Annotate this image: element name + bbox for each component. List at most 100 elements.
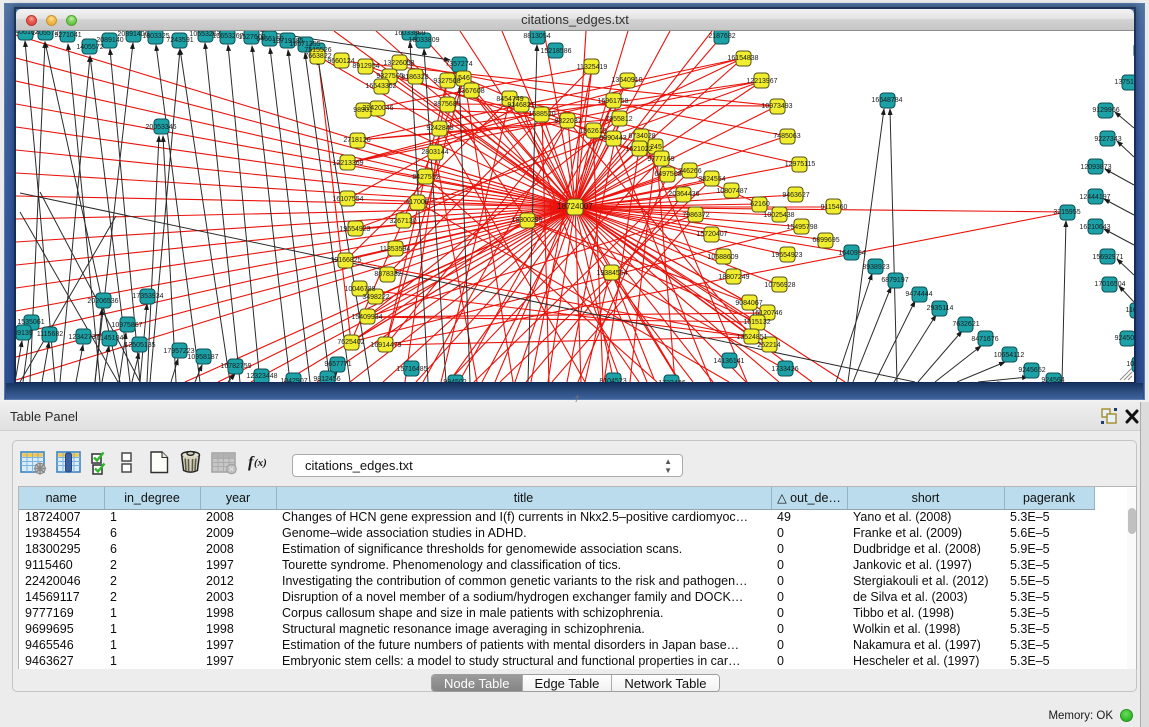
svg-text:252214: 252214	[757, 342, 780, 349]
svg-text:18807249: 18807249	[718, 274, 749, 281]
svg-text:13751074: 13751074	[1114, 79, 1134, 86]
svg-text:9327505: 9327505	[376, 73, 403, 80]
svg-text:8990443: 8990443	[599, 135, 626, 142]
svg-text:8104523: 8104523	[599, 378, 626, 382]
svg-text:98901: 98901	[353, 107, 373, 114]
svg-text:15692971: 15692971	[1092, 254, 1123, 261]
svg-text:16107554: 16107554	[332, 196, 363, 203]
svg-text:9463627: 9463627	[782, 192, 809, 199]
svg-text:8878332: 8878332	[374, 271, 401, 278]
svg-text:15495798: 15495798	[786, 224, 817, 231]
svg-text:2089140: 2089140	[96, 37, 123, 44]
svg-text:8471676: 8471676	[971, 336, 998, 343]
svg-text:11353594: 11353594	[380, 246, 411, 253]
svg-text:9812456: 9812456	[313, 376, 340, 382]
svg-text:2718126: 2718126	[343, 137, 370, 144]
svg-text:16961758: 16961758	[597, 98, 628, 105]
svg-text:6899695: 6899695	[812, 237, 839, 244]
svg-text:2187682: 2187682	[708, 33, 735, 40]
svg-text:2935114: 2935114	[927, 305, 954, 312]
svg-text:(x): (x)	[254, 457, 267, 469]
svg-text:9271041: 9271041	[54, 32, 81, 39]
svg-text:1733426: 1733426	[771, 366, 798, 373]
svg-text:2803144: 2803144	[421, 149, 448, 156]
svg-text:3498222: 3498222	[362, 294, 389, 301]
svg-text:16782759: 16782759	[220, 363, 251, 370]
svg-text:245: 245	[650, 144, 662, 151]
svg-text:13226058: 13226058	[383, 60, 414, 67]
svg-text:116753: 116753	[1126, 307, 1134, 314]
svg-text:1615132: 1615132	[743, 319, 770, 326]
svg-text:417006: 417006	[405, 199, 428, 206]
svg-text:9474444: 9474444	[905, 291, 932, 298]
svg-text:19654923: 19654923	[771, 252, 802, 259]
svg-text:16033809: 16033809	[408, 37, 439, 44]
svg-text:10654112: 10654112	[994, 352, 1025, 359]
svg-text:994502: 994502	[443, 379, 466, 382]
svg-text:10973493: 10973493	[761, 103, 792, 110]
svg-text:12093873: 12093873	[1080, 164, 1111, 171]
svg-text:16120746: 16120746	[751, 310, 782, 317]
svg-text:3824554: 3824554	[698, 176, 725, 183]
svg-text:7955812: 7955812	[605, 116, 632, 123]
svg-text:16210643: 16210643	[1079, 224, 1110, 231]
svg-text:9777169: 9777169	[647, 156, 674, 163]
svg-text:6497508: 6497508	[654, 171, 681, 178]
svg-text:7357274: 7357274	[445, 61, 472, 68]
svg-text:10025438: 10025438	[763, 212, 794, 219]
svg-text:3215955: 3215955	[1053, 209, 1080, 216]
svg-text:19384554: 19384554	[596, 270, 627, 277]
svg-text:3875685: 3875685	[433, 101, 460, 108]
svg-text:15720407: 15720407	[696, 231, 727, 238]
svg-text:1405572: 1405572	[76, 44, 103, 51]
svg-text:1145194: 1145194	[97, 335, 124, 342]
svg-text:11325419: 11325419	[577, 64, 608, 71]
svg-text:16543362: 16543362	[365, 83, 396, 90]
svg-text:9327508: 9327508	[433, 78, 460, 85]
svg-text:13524851: 13524851	[736, 334, 767, 341]
svg-text:12213967: 12213967	[746, 78, 777, 85]
svg-text:8322037: 8322037	[554, 118, 581, 125]
svg-text:10756928: 10756928	[764, 282, 795, 289]
svg-text:8938923: 8938923	[862, 264, 889, 271]
svg-text:7243591: 7243591	[166, 37, 193, 44]
svg-text:20053346: 20053346	[145, 124, 176, 131]
svg-text:746266: 746266	[678, 168, 701, 175]
svg-text:20206536: 20206536	[87, 298, 118, 305]
svg-text:10046788: 10046788	[344, 286, 375, 293]
svg-text:12323448: 12323448	[246, 373, 277, 380]
svg-text:1535061: 1535061	[17, 319, 44, 326]
svg-text:1042907: 1042907	[280, 378, 307, 382]
svg-text:8427552: 8427552	[412, 174, 439, 181]
svg-text:18724007: 18724007	[557, 202, 593, 211]
svg-text:8813054: 8813054	[523, 33, 550, 40]
svg-text:9245011: 9245011	[1115, 335, 1134, 342]
svg-text:924564: 924564	[1041, 377, 1064, 382]
svg-text:39139: 39139	[16, 330, 33, 337]
svg-text:8186323: 8186323	[401, 74, 428, 81]
svg-text:17016504: 17016504	[1094, 281, 1125, 288]
svg-text:13640910: 13640910	[611, 77, 642, 84]
svg-text:2367608: 2367608	[457, 88, 484, 95]
svg-text:9115460: 9115460	[821, 204, 848, 211]
svg-text:20364436: 20364436	[668, 191, 699, 198]
svg-text:7485063: 7485063	[773, 133, 800, 140]
svg-text:16648784: 16648784	[871, 97, 902, 104]
svg-text:1640954: 1640954	[838, 250, 865, 257]
svg-text:9084067: 9084067	[735, 300, 762, 307]
svg-text:12505135: 12505135	[124, 342, 155, 349]
svg-text:62160: 62160	[750, 201, 770, 208]
svg-text:15218586: 15218586	[540, 48, 571, 55]
svg-text:9242848: 9242848	[426, 125, 453, 132]
svg-text:12342737: 12342737	[68, 334, 99, 341]
svg-text:7632621: 7632621	[952, 321, 979, 328]
svg-text:10807487: 10807487	[716, 188, 747, 195]
svg-text:1020455: 1020455	[1126, 361, 1134, 368]
svg-text:1588520: 1588520	[528, 111, 555, 118]
svg-text:10975867: 10975867	[111, 322, 142, 329]
svg-text:1115682: 1115682	[37, 331, 63, 338]
svg-text:6879197: 6879197	[881, 277, 908, 284]
svg-text:1733426: 1733426	[658, 380, 685, 382]
svg-text:12213369: 12213369	[332, 160, 363, 167]
svg-text:1362615: 1362615	[579, 128, 606, 135]
